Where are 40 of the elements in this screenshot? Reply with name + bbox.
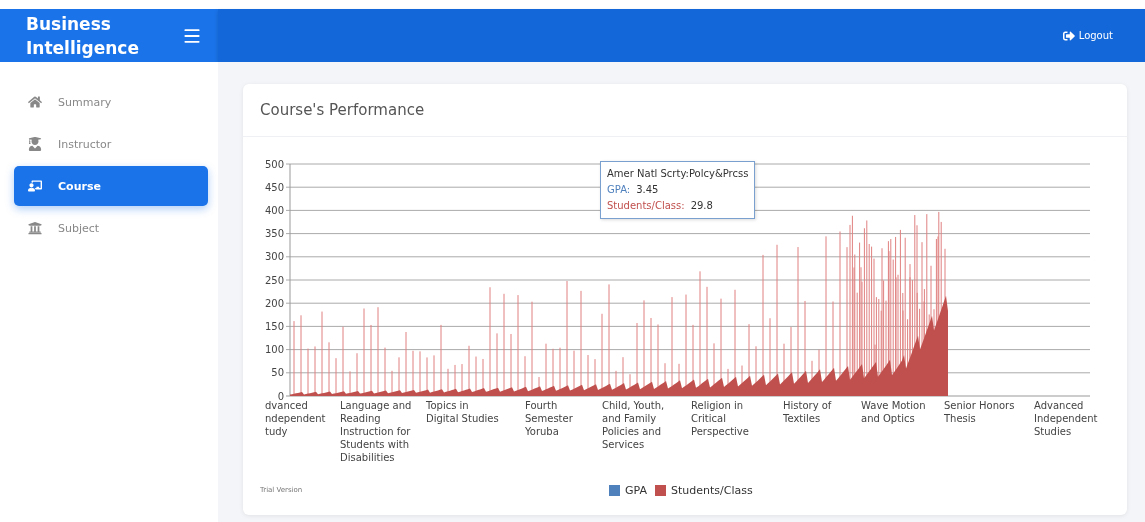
graduate-icon [28, 137, 42, 151]
x-axis-label: Senior Honors Thesis [944, 399, 1015, 425]
y-tick-label: 200 [264, 297, 284, 309]
tooltip-value: 29.8 [690, 199, 713, 213]
y-tick-label: 300 [264, 251, 284, 263]
x-axis-label: History of Textiles [783, 399, 832, 425]
y-tick-label: 0 [277, 390, 284, 401]
home-icon [28, 95, 42, 109]
x-axis-label: Child, Youth, and Family Policies and Services [602, 399, 665, 451]
x-axis-label: Wave Motion and Optics [861, 399, 926, 425]
logout-button[interactable]: Logout [1056, 28, 1119, 43]
y-tick-label: 150 [264, 320, 284, 332]
x-axis-label: Advanced Independent Studies [1034, 399, 1098, 438]
y-tick-label: 250 [264, 274, 284, 286]
y-tick-label: 100 [264, 344, 284, 356]
y-tick-label: 350 [264, 228, 284, 240]
tooltip-title: Amer Natl Scrty:Polcy&Prcss [607, 167, 749, 181]
sidebar-item[interactable]: Summary [14, 82, 208, 122]
x-axis-label: Religion in Critical Perspective [691, 399, 749, 438]
sidebar-item[interactable]: Instructor [14, 124, 208, 164]
sidebar-item[interactable]: Subject [14, 208, 208, 248]
logout-icon [1062, 29, 1075, 42]
tooltip-label: Students/Class: [607, 199, 685, 213]
card-title: Course's Performance [260, 101, 425, 119]
x-axis-label: dvanced ndependent tudy [265, 400, 326, 438]
brand-title: Business Intelligence [26, 12, 140, 60]
x-axis-label: Topics in Digital Studies [426, 399, 499, 425]
y-tick-label: 50 [271, 367, 284, 379]
tooltip-label: GPA: [607, 183, 631, 197]
legend-label: GPA [625, 483, 647, 497]
x-axis-label: Fourth Semester Yoruba [525, 399, 573, 438]
x-axis-label: Language and Reading Instruction for Students with Disabilities [340, 399, 412, 464]
sidebar-item[interactable]: Course [14, 166, 208, 206]
y-tick-label: 450 [264, 181, 284, 193]
legend-label: Students/Class [671, 483, 753, 497]
tooltip-value: 3.45 [636, 183, 659, 197]
teacher-board-icon [28, 179, 42, 193]
y-tick-label: 500 [264, 158, 284, 170]
building-columns-icon [28, 221, 42, 235]
y-tick-label: 400 [264, 204, 284, 216]
